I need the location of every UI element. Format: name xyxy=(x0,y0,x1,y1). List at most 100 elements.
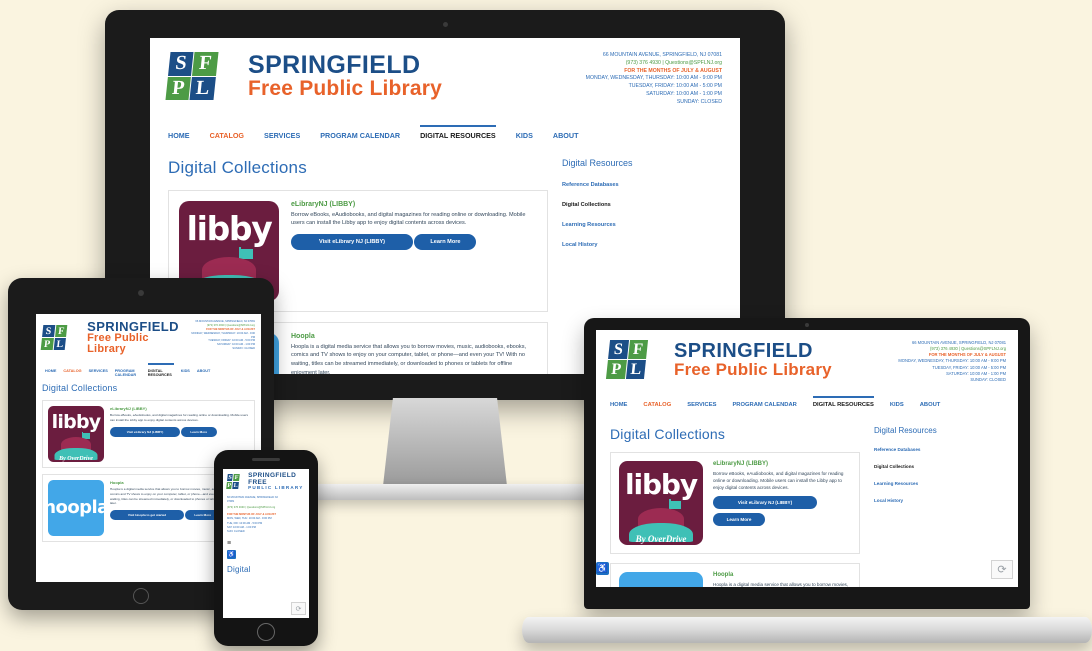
logo-cell-s: S xyxy=(42,325,56,337)
hoopla-wordmark: hoopla xyxy=(48,497,104,518)
logo-cell-blank-bottom xyxy=(645,360,666,379)
logo-line-1: SPRINGFIELD xyxy=(674,340,813,362)
nav-item-kids[interactable]: KIDS xyxy=(516,131,533,140)
visit-elibrary-button[interactable]: Visit eLibrary NJ (LIBBY) xyxy=(110,426,180,437)
phone-contact-info: 66 MOUNTAIN AVENUE, SPRINGFIELD NJ 07081… xyxy=(227,496,305,535)
laptop-device-front: S F P L SPRINGFIELD Free Public Library xyxy=(522,318,1092,651)
sidebar-item-reference-databases[interactable]: Reference Databases xyxy=(562,182,722,188)
learn-more-button-libby[interactable]: Learn More xyxy=(713,513,765,527)
card-description-libby: Borrow eBooks, eAudiobooks, and digital … xyxy=(291,211,526,227)
visit-elibrary-button[interactable]: Visit eLibrary NJ (LIBBY) xyxy=(713,496,817,510)
nav-item-program-calendar[interactable]: PROGRAM CALENDAR xyxy=(732,402,796,408)
sidebar-title: Digital Resources xyxy=(562,157,633,168)
webcam-icon xyxy=(443,22,448,27)
webcam-icon xyxy=(805,323,809,327)
phone-home-button[interactable] xyxy=(257,623,275,641)
contact-phone-email[interactable]: (973) 376 4930 | Questions@SPFLNJ.org xyxy=(586,60,722,68)
phone-site-logo[interactable]: S F P L SPRINGFIELD FREE PUBLIC LIBRARY xyxy=(226,472,305,491)
sidebar-item-reference-databases[interactable]: Reference Databases xyxy=(874,447,1004,452)
sidebar-item-learning-resources[interactable]: Learning Resources xyxy=(874,481,1004,486)
nav-item-services[interactable]: SERVICES xyxy=(264,131,300,140)
card-description-hoopla: Hoopla is a digital media service that a… xyxy=(291,343,527,374)
nav-item-about[interactable]: ABOUT xyxy=(553,131,579,140)
laptop-screen-front: S F P L SPRINGFIELD Free Public Library xyxy=(596,330,1018,587)
contact-phone-email[interactable]: (973) 376 4930 | Questions@SPFLNJ.org xyxy=(227,506,305,510)
nav-item-kids[interactable]: KIDS xyxy=(890,402,904,408)
sidebar-item-digital-collections[interactable]: Digital Collections xyxy=(874,464,1004,469)
hamburger-menu-icon[interactable]: ≡ xyxy=(227,540,305,547)
accessibility-icon[interactable]: ♿ xyxy=(227,550,236,560)
sidebar-item-local-history[interactable]: Local History xyxy=(874,498,1004,503)
resource-card-libby: libby By OverDrive eLibraryNJ (LIBBY) Bo… xyxy=(610,451,860,554)
nav-item-services[interactable]: SERVICES xyxy=(687,402,716,408)
card-title-libby: eLibraryNJ (LIBBY) xyxy=(713,460,769,467)
nav-item-home[interactable]: HOME xyxy=(45,369,56,377)
nav-item-catalog[interactable]: CATALOG xyxy=(210,131,244,140)
card-title-hoopla: Hoopla xyxy=(291,332,315,340)
visit-hoopla-button[interactable]: Visit Hoopla to get started xyxy=(110,510,184,521)
site-header: S F P L SPRINGFIELD Free Public Library … xyxy=(164,38,726,111)
contact-hours-line: SUNDAY: CLOSED xyxy=(970,376,1006,382)
logo-cell-blank-top xyxy=(647,340,668,359)
nav-item-catalog[interactable]: CATALOG xyxy=(643,402,671,408)
card-title-hoopla: Hoopla xyxy=(713,571,734,578)
learn-more-button-libby[interactable]: Learn More xyxy=(414,233,477,250)
nav-item-program-calendar[interactable]: PROGRAM CALENDAR xyxy=(115,369,141,377)
logo-cell-blank-bottom xyxy=(66,338,79,350)
phone-page-title: Digital xyxy=(227,565,251,575)
nav-item-digital-resources[interactable]: DIGITAL RESOURCES xyxy=(812,395,874,408)
laptop-stand-neck xyxy=(383,398,507,486)
logo-cell-f: F xyxy=(192,52,219,76)
tablet-navigation: HOME CATALOG SERVICES PROGRAM CALENDAR D… xyxy=(41,363,256,377)
contact-address-line2: 07081 xyxy=(227,500,235,503)
hoopla-logo-icon: hoopla xyxy=(48,480,104,536)
logo-cell-l: L xyxy=(625,360,647,379)
logo-line-2: Free Public Library xyxy=(87,332,149,355)
page-title: Digital Collections xyxy=(610,425,726,442)
nav-item-about[interactable]: ABOUT xyxy=(920,402,941,408)
contact-hours-heading: FOR THE MONTHS OF JULY & AUGUST xyxy=(624,67,722,74)
nav-item-home[interactable]: HOME xyxy=(168,131,190,140)
site-logo[interactable]: S F P L SPRINGFIELD Free Public Library xyxy=(165,52,442,100)
resource-card-hoopla: hoopla Hoopla Hoopla is a digital media … xyxy=(610,562,860,587)
sidebar-item-learning-resources[interactable]: Learning Resources xyxy=(562,222,722,228)
learn-more-button-libby[interactable]: Learn More xyxy=(180,426,217,437)
nav-item-home[interactable]: HOME xyxy=(610,402,627,408)
logo-cell-p: P xyxy=(226,482,233,490)
nav-item-digital-resources[interactable]: DIGITAL RESOURCES xyxy=(147,363,174,377)
phone-speaker-icon xyxy=(252,458,280,461)
header-contact-info: 66 MOUNTAIN AVENUE, SPRINGFIELD, NJ 0708… xyxy=(898,340,1006,383)
nav-item-kids[interactable]: KIDS xyxy=(181,369,190,377)
nav-item-about[interactable]: ABOUT xyxy=(197,369,211,377)
phone-bezel: S F P L SPRINGFIELD FREE PUBLIC LIBRARY xyxy=(214,450,318,646)
libby-wordmark: libby xyxy=(51,411,102,433)
nav-item-digital-resources[interactable]: DIGITAL RESOURCES xyxy=(420,124,496,140)
sidebar-item-digital-collections[interactable]: Digital Collections xyxy=(562,202,722,208)
nav-item-services[interactable]: SERVICES xyxy=(89,369,108,377)
laptop-front-base xyxy=(522,617,1092,643)
sidebar-item-local-history[interactable]: Local History xyxy=(562,242,722,248)
tablet-site-logo[interactable]: S F P L SPRINGFIELD Free Public Library xyxy=(40,320,188,355)
sidebar: Digital Resources Reference Databases Di… xyxy=(874,426,1004,587)
logo-cell-f: F xyxy=(233,474,240,482)
recaptcha-badge[interactable]: ⟳ xyxy=(291,602,306,615)
logo-cell-l: L xyxy=(232,482,239,490)
nav-item-program-calendar[interactable]: PROGRAM CALENDAR xyxy=(320,131,400,140)
nav-item-catalog[interactable]: CATALOG xyxy=(63,369,81,377)
phone-screen: S F P L SPRINGFIELD FREE PUBLIC LIBRARY xyxy=(223,469,309,618)
tablet-home-button[interactable] xyxy=(133,588,149,604)
logo-cell-p: P xyxy=(165,76,192,100)
visit-elibrary-button[interactable]: Visit eLibrary NJ (LIBBY) xyxy=(291,233,413,250)
site-logo[interactable]: S F P L SPRINGFIELD Free Public Library xyxy=(605,340,832,379)
phone-device: S F P L SPRINGFIELD FREE PUBLIC LIBRARY xyxy=(214,450,318,646)
logo-cell-f: F xyxy=(54,325,68,337)
main-content: Digital Collections libby xyxy=(610,426,860,587)
logo-cell-s: S xyxy=(227,474,234,482)
accessibility-icon[interactable]: ♿ xyxy=(596,562,609,575)
logo-cell-blank-bottom xyxy=(239,482,245,489)
logo-cell-s: S xyxy=(168,52,194,76)
recaptcha-badge[interactable]: ⟳ xyxy=(991,560,1013,579)
tablet-page-title: Digital Collections xyxy=(42,383,118,393)
logo-cell-blank-top xyxy=(240,474,246,481)
card-description-libby: Borrow eBooks, eAudiobooks, and digital … xyxy=(713,470,844,491)
